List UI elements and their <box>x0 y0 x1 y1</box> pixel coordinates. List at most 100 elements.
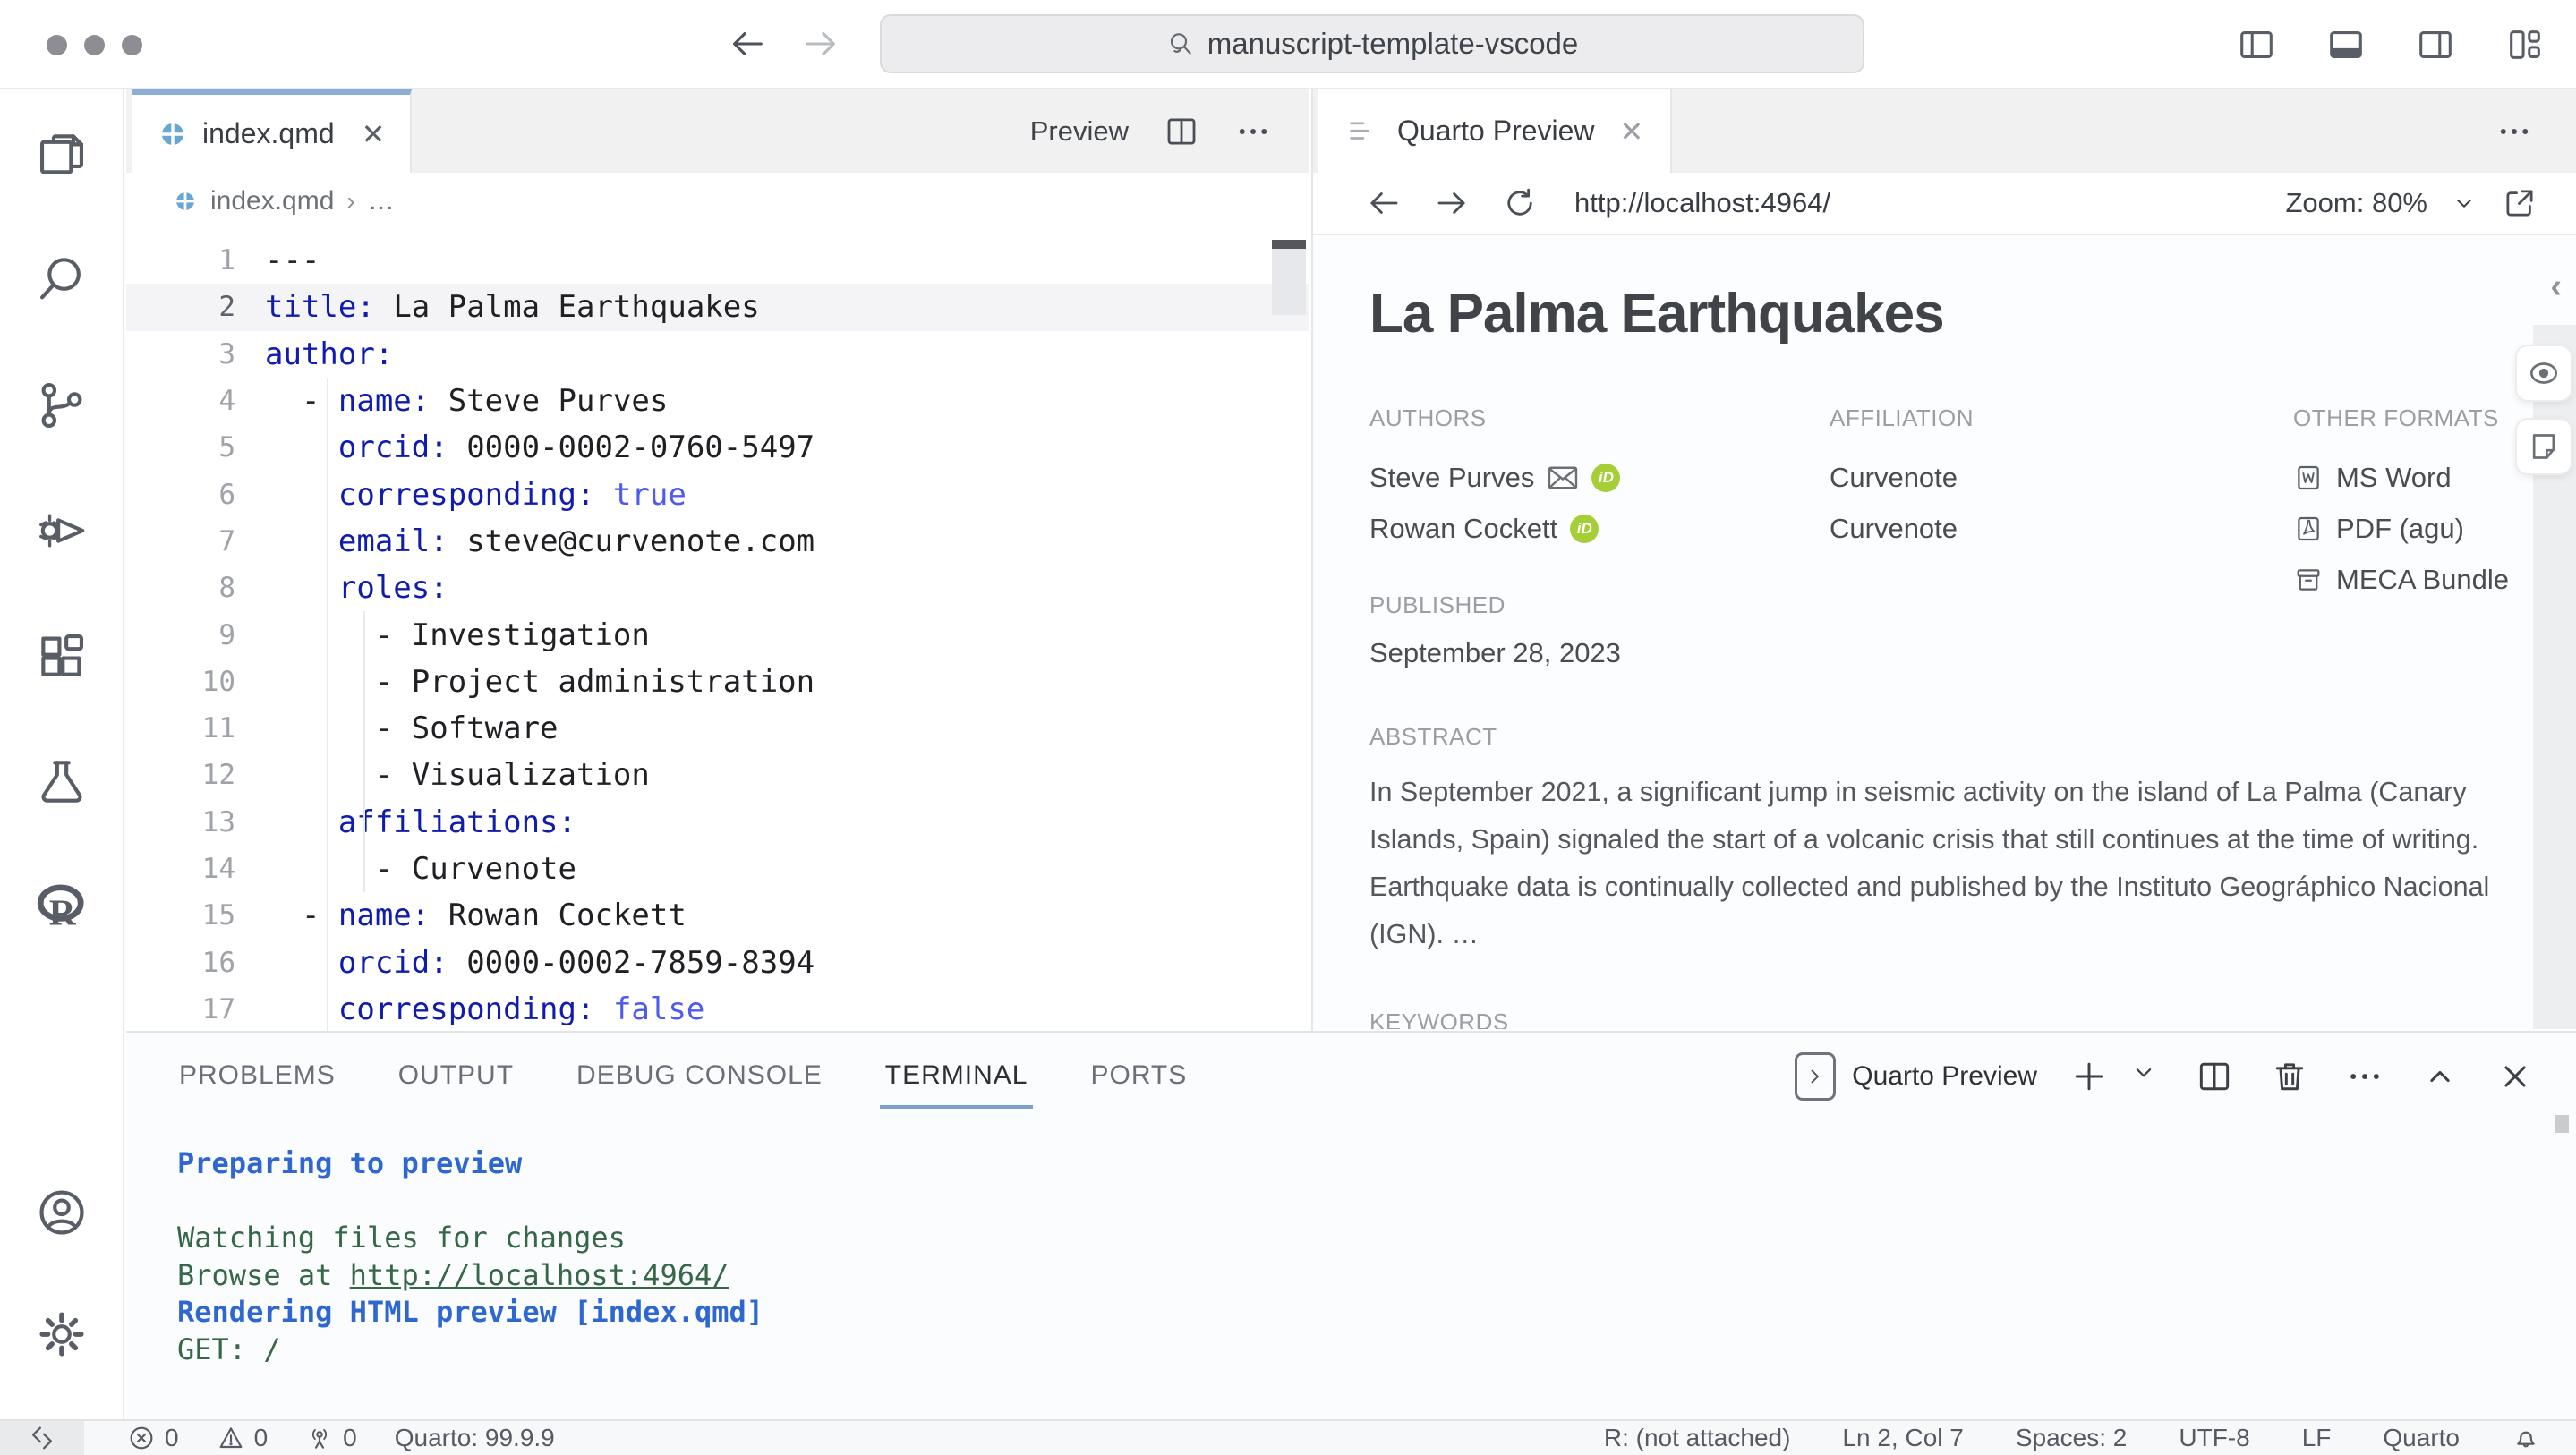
code-text: author: <box>265 336 394 372</box>
code-line[interactable]: 2 title: La Palma Earthquakes <box>126 284 1309 331</box>
history-forward-icon[interactable] <box>800 23 841 64</box>
editor-more-actions-icon[interactable] <box>1234 113 1272 150</box>
preview-back-icon[interactable] <box>1365 184 1403 222</box>
orcid-icon[interactable]: iD <box>1591 463 1621 492</box>
status-item-lf[interactable]: LF <box>2302 1424 2332 1452</box>
customize-layout-icon[interactable] <box>2504 24 2546 65</box>
code-line[interactable]: 15 - name: Rowan Cockett <box>126 892 1309 939</box>
workspace-title: manuscript-template-vscode <box>1207 27 1579 60</box>
status-item-warning[interactable]: 0 <box>217 1424 268 1452</box>
terminal-dropdown-chevron-icon[interactable] <box>2128 1057 2159 1096</box>
code-line[interactable]: 5 orcid: 0000-0002-0760-5497 <box>126 424 1309 471</box>
panel-more-actions-icon[interactable] <box>2345 1057 2384 1096</box>
terminal-scrollbar[interactable] <box>2555 1115 2569 1133</box>
remote-indicator[interactable] <box>0 1421 84 1455</box>
code-line[interactable]: 17 corresponding: false <box>126 986 1309 1033</box>
code-line[interactable]: 8 roles: <box>126 565 1309 611</box>
tab-quarto-preview[interactable]: Quarto Preview ✕ <box>1318 89 1673 173</box>
kill-terminal-trash-icon[interactable] <box>2270 1057 2309 1096</box>
status-item-error[interactable]: 0 <box>127 1424 179 1452</box>
toggle-secondary-sidebar-icon[interactable] <box>2415 24 2456 65</box>
code-line[interactable]: 16 orcid: 0000-0002-7859-8394 <box>126 939 1309 985</box>
preview-more-actions-icon[interactable] <box>2495 113 2533 150</box>
status-item-broadcast[interactable]: 0 <box>305 1424 357 1452</box>
preview-action-label[interactable]: Preview <box>1030 115 1129 148</box>
code-line[interactable]: 11 - Software <box>126 705 1309 752</box>
command-center-search[interactable]: manuscript-template-vscode <box>880 14 1864 73</box>
toggle-visibility-icon[interactable] <box>2515 345 2572 402</box>
breadcrumb[interactable]: index.qmd › … <box>126 173 1309 230</box>
panel-tab-terminal[interactable]: TERMINAL <box>879 1048 1034 1109</box>
history-back-icon[interactable] <box>727 23 768 64</box>
terminal-session-icon[interactable] <box>1795 1052 1837 1101</box>
search-view-icon[interactable] <box>34 252 90 308</box>
breadcrumb-file[interactable]: index.qmd <box>210 186 334 217</box>
panel-tab-debug-console[interactable]: DEBUG CONSOLE <box>575 1048 824 1103</box>
tab-close-icon[interactable]: ✕ <box>362 117 386 151</box>
code-line[interactable]: 6 corresponding: true <box>126 471 1309 517</box>
code-line[interactable]: 7 email: steve@curvenote.com <box>126 518 1309 565</box>
orcid-icon[interactable]: iD <box>1570 514 1599 543</box>
terminal-session-label[interactable]: Quarto Preview <box>1852 1061 2037 1092</box>
status-item-spaces-2[interactable]: Spaces: 2 <box>2016 1424 2128 1452</box>
status-item-ln-2-col-7[interactable]: Ln 2, Col 7 <box>1842 1424 1963 1452</box>
status-item-r-not-attached-[interactable]: R: (not attached) <box>1604 1424 1791 1452</box>
new-terminal-icon[interactable] <box>2069 1057 2109 1096</box>
editor-scrollbar[interactable] <box>1272 240 1306 315</box>
minimize-window-button[interactable] <box>84 35 105 55</box>
settings-gear-icon[interactable] <box>34 1306 90 1362</box>
preview-group: Quarto Preview ✕ http://localhost:4964/ … <box>1311 89 2576 1031</box>
email-envelope-icon[interactable] <box>1547 464 1579 491</box>
zoom-level-label[interactable]: Zoom: 80% <box>2285 187 2427 219</box>
r-language-icon[interactable]: R <box>34 879 90 934</box>
run-debug-icon[interactable] <box>34 503 90 558</box>
terminal-link[interactable]: http://localhost:4964/ <box>350 1258 729 1292</box>
toggle-primary-sidebar-icon[interactable] <box>2236 24 2277 65</box>
close-window-button[interactable] <box>47 35 67 55</box>
explorer-icon[interactable] <box>34 127 90 183</box>
collapse-panel-icon[interactable]: ‹ <box>2550 268 2562 306</box>
code-lines: 1 --- 2 title: La Palma Earthquakes 3 author:… <box>126 237 1309 1033</box>
code-line[interactable]: 12 - Visualization <box>126 752 1309 798</box>
panel-tab-ports[interactable]: PORTS <box>1088 1048 1189 1103</box>
toggle-panel-icon[interactable] <box>2325 24 2367 65</box>
code-line[interactable]: 1 --- <box>126 237 1309 284</box>
split-terminal-icon[interactable] <box>2195 1057 2234 1096</box>
maximize-panel-chevron-icon[interactable] <box>2420 1057 2460 1096</box>
source-control-icon[interactable] <box>34 378 90 433</box>
code-text: - Software <box>265 710 559 747</box>
code-line[interactable]: 4 - name: Steve Purves <box>126 378 1309 424</box>
code-line[interactable]: 10 - Project administration <box>126 659 1309 705</box>
split-editor-icon[interactable] <box>1163 113 1200 150</box>
preview-tab-close-icon[interactable]: ✕ <box>1620 115 1644 149</box>
format-link-word[interactable]: MS Word <box>2293 452 2509 503</box>
notes-page-icon[interactable] <box>2515 418 2572 475</box>
open-external-icon[interactable] <box>2501 184 2538 222</box>
status-item-quarto-99-9-9[interactable]: Quarto: 99.9.9 <box>395 1424 555 1452</box>
notifications-bell-icon[interactable] <box>2512 1424 2540 1452</box>
panel-tab-output[interactable]: OUTPUT <box>397 1048 516 1103</box>
close-panel-icon[interactable] <box>2495 1057 2535 1096</box>
format-link-pdf[interactable]: PDF (agu) <box>2293 503 2509 554</box>
zoom-window-button[interactable] <box>122 35 142 55</box>
preview-reload-icon[interactable] <box>1501 184 1539 222</box>
account-icon[interactable] <box>34 1185 90 1240</box>
window-controls[interactable] <box>47 35 142 55</box>
preview-forward-icon[interactable] <box>1433 184 1471 222</box>
extensions-icon[interactable] <box>34 628 90 684</box>
status-item-quarto[interactable]: Quarto <box>2383 1424 2460 1452</box>
code-line[interactable]: 3 author: <box>126 331 1309 378</box>
format-link-meca[interactable]: MECA Bundle <box>2293 554 2509 605</box>
tab-index-qmd[interactable]: index.qmd ✕ <box>132 89 413 173</box>
code-line[interactable]: 9 - Investigation <box>126 611 1309 658</box>
code-line[interactable]: 14 - Curvenote <box>126 846 1309 892</box>
preview-url[interactable]: http://localhost:4964/ <box>1574 187 1830 219</box>
line-number: 13 <box>201 805 235 838</box>
status-item-utf-8[interactable]: UTF-8 <box>2179 1424 2249 1452</box>
breadcrumb-more[interactable]: … <box>368 186 395 217</box>
chevron-down-icon[interactable] <box>2451 190 2478 217</box>
code-editor[interactable]: 1 --- 2 title: La Palma Earthquakes 3 author:… <box>126 230 1309 1033</box>
code-line[interactable]: 13 affiliations: <box>126 799 1309 846</box>
testing-icon[interactable] <box>34 753 90 809</box>
panel-tab-problems[interactable]: PROBLEMS <box>177 1048 337 1103</box>
